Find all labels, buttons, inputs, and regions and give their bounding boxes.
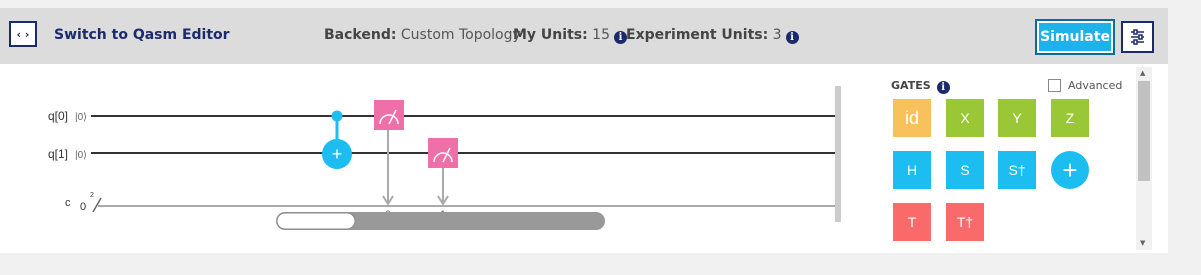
circuit-horizontal-scrollbar[interactable] — [276, 212, 605, 230]
horizontal-scroll-thumb[interactable] — [276, 212, 356, 230]
units-info: My Units: 15 i — [513, 27, 627, 44]
advanced-label: Advanced — [1068, 79, 1123, 92]
classical-label: c — [65, 197, 71, 209]
gates-info-icon[interactable]: i — [936, 81, 950, 94]
switch-to-qasm-link[interactable]: Switch to Qasm Editor — [54, 27, 230, 43]
barrier-end — [835, 86, 841, 222]
gate-z[interactable]: Z — [1051, 99, 1089, 137]
gate-h[interactable]: H — [893, 151, 931, 189]
cnot-gate[interactable]: + — [322, 110, 352, 170]
advanced-toggle[interactable]: Advanced — [1048, 79, 1122, 92]
scroll-up-arrow-icon[interactable]: ▲ — [1140, 69, 1145, 77]
backend-label: Backend: — [324, 27, 397, 43]
backend-value: Custom Topology — [400, 27, 521, 43]
code-icon: ‹ › — [16, 27, 30, 41]
qubit-0-ket: |0⟩ — [75, 112, 87, 123]
vertical-scroll-thumb[interactable] — [1138, 81, 1150, 181]
vertical-scrollbar[interactable]: ▲ ▼ — [1136, 67, 1152, 250]
units-label: My Units: — [513, 27, 588, 43]
qubit-0-label: q[0] — [48, 109, 68, 123]
classical-width: 2 — [90, 192, 94, 199]
gate-id[interactable]: id — [893, 99, 931, 137]
simulate-button[interactable]: Simulate — [1035, 19, 1115, 55]
code-toggle-button[interactable]: ‹ › — [9, 21, 37, 47]
scroll-down-arrow-icon[interactable]: ▼ — [1140, 239, 1145, 247]
gate-y[interactable]: Y — [998, 99, 1036, 137]
experiment-units-info: Experiment Units: 3i — [626, 27, 799, 44]
advanced-checkbox[interactable] — [1048, 79, 1061, 92]
units-value: 15 — [592, 27, 610, 43]
gate-s-dagger[interactable]: S† — [998, 151, 1036, 189]
gate-x[interactable]: X — [946, 99, 984, 137]
gate-s[interactable]: S — [946, 151, 984, 189]
backend-info: Backend: Custom Topology — [324, 27, 521, 43]
circuit-diagram: q[0] |0⟩ q[1] |0⟩ c 0 2 + 0 1 — [48, 86, 841, 230]
qubit-1-ket: |0⟩ — [75, 150, 87, 161]
experiment-units-info-icon[interactable]: i — [785, 31, 799, 44]
settings-button[interactable] — [1121, 21, 1154, 53]
experiment-units-value: 3 — [772, 27, 782, 43]
classical-init: 0 — [80, 201, 86, 213]
gate-t[interactable]: T — [893, 203, 931, 241]
gate-cnot[interactable]: + — [1051, 151, 1089, 189]
toolbar: ‹ › Switch to Qasm Editor Backend: Custo… — [0, 8, 1168, 64]
experiment-units-label: Experiment Units: — [626, 27, 769, 43]
gate-t-dagger[interactable]: T† — [946, 203, 984, 241]
qubit-1-label: q[1] — [48, 147, 68, 161]
gates-heading: GATES i — [891, 79, 950, 94]
gates-title: GATES — [891, 79, 931, 92]
cnot-plus: + — [332, 144, 343, 164]
measure-gate-q1[interactable] — [428, 138, 458, 206]
sliders-icon — [1131, 29, 1144, 45]
